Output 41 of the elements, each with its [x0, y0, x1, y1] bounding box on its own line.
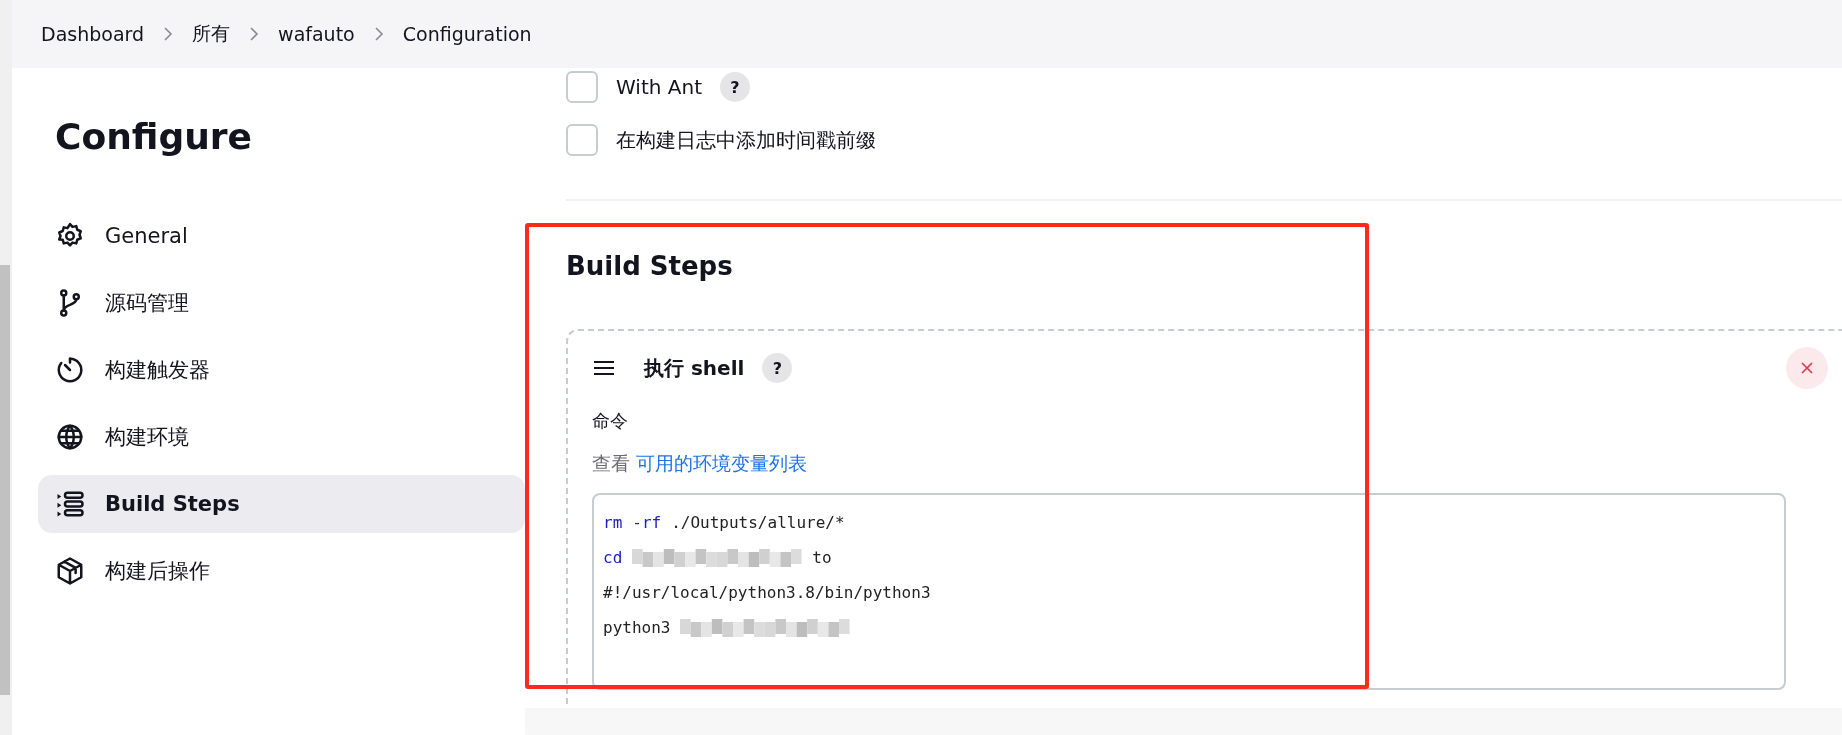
command-textarea[interactable]: rm -rf ./Outputs/allure/* cd to #!/usr/local/python3.8/bin/python3 python3	[592, 493, 1786, 690]
breadcrumb-link[interactable]: wafauto	[278, 23, 355, 45]
sidebar-item[interactable]: 构建环境	[38, 408, 525, 466]
chevron-icon	[162, 26, 175, 42]
code-text: #!/usr/local/python3.8/bin/python3	[603, 583, 931, 602]
sidebar-item[interactable]: Build Steps	[38, 475, 525, 533]
step-title: 执行 shell	[644, 354, 745, 382]
list-icon	[55, 489, 85, 519]
code-keyword: -rf	[632, 513, 662, 532]
checkbox-label: 在构建日志中添加时间戳前缀	[616, 126, 876, 154]
page-title: Configure	[55, 116, 254, 157]
close-icon	[1800, 361, 1814, 375]
code-text: ./Outputs/allure/*	[671, 513, 845, 532]
code-text: python3	[603, 618, 671, 637]
sidebar-item[interactable]: 源码管理	[38, 274, 525, 332]
help-button[interactable]: ?	[762, 353, 793, 383]
field-label: 命令	[592, 409, 629, 433]
sidebar-item[interactable]: 构建触发器	[38, 341, 525, 399]
code-keyword: rm	[603, 513, 623, 532]
breadcrumb-link[interactable]: 所有	[192, 21, 231, 47]
drag-handle-icon[interactable]	[592, 358, 616, 378]
env-vars-link[interactable]: 可用的环境变量列表	[636, 451, 807, 477]
timer-icon	[55, 355, 85, 385]
section-title: Build Steps	[566, 251, 734, 281]
chevron-icon	[372, 26, 385, 42]
code-keyword: cd	[603, 548, 623, 567]
sidebar-item[interactable]: General	[38, 207, 525, 265]
code-text: to	[812, 548, 832, 567]
checkbox-label: With Ant	[616, 75, 702, 99]
help-button[interactable]: ?	[719, 72, 750, 102]
checkbox[interactable]	[566, 71, 598, 103]
hint-text: 查看	[592, 451, 630, 476]
scrollbar-thumb[interactable]	[0, 265, 10, 695]
package-icon	[55, 556, 85, 586]
breadcrumb-link[interactable]: Dashboard	[41, 23, 145, 45]
close-button[interactable]	[1786, 347, 1828, 389]
chevron-icon	[248, 26, 261, 42]
checkbox[interactable]	[566, 124, 598, 156]
globe-icon	[55, 422, 85, 452]
sidebar-item[interactable]: 构建后操作	[38, 542, 525, 600]
breadcrumb-link[interactable]: Configuration	[402, 23, 532, 45]
